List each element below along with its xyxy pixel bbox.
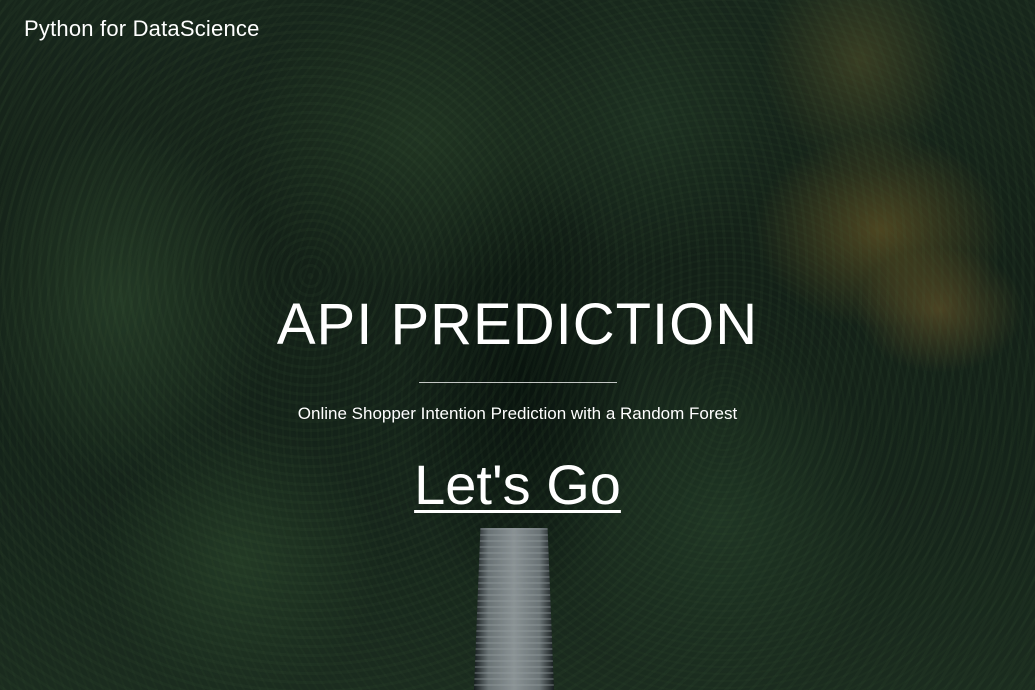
- hero-title: API PREDICTION: [276, 292, 759, 357]
- brand-link[interactable]: Python for DataScience: [24, 16, 260, 42]
- hero-divider: [418, 382, 617, 383]
- hero-section: API PREDICTION Online Shopper Intention …: [0, 290, 1035, 517]
- landing-page: Python for DataScience API PREDICTION On…: [0, 0, 1035, 690]
- hero-subtitle: Online Shopper Intention Prediction with…: [297, 404, 738, 423]
- lets-go-link[interactable]: Let's Go: [414, 453, 621, 517]
